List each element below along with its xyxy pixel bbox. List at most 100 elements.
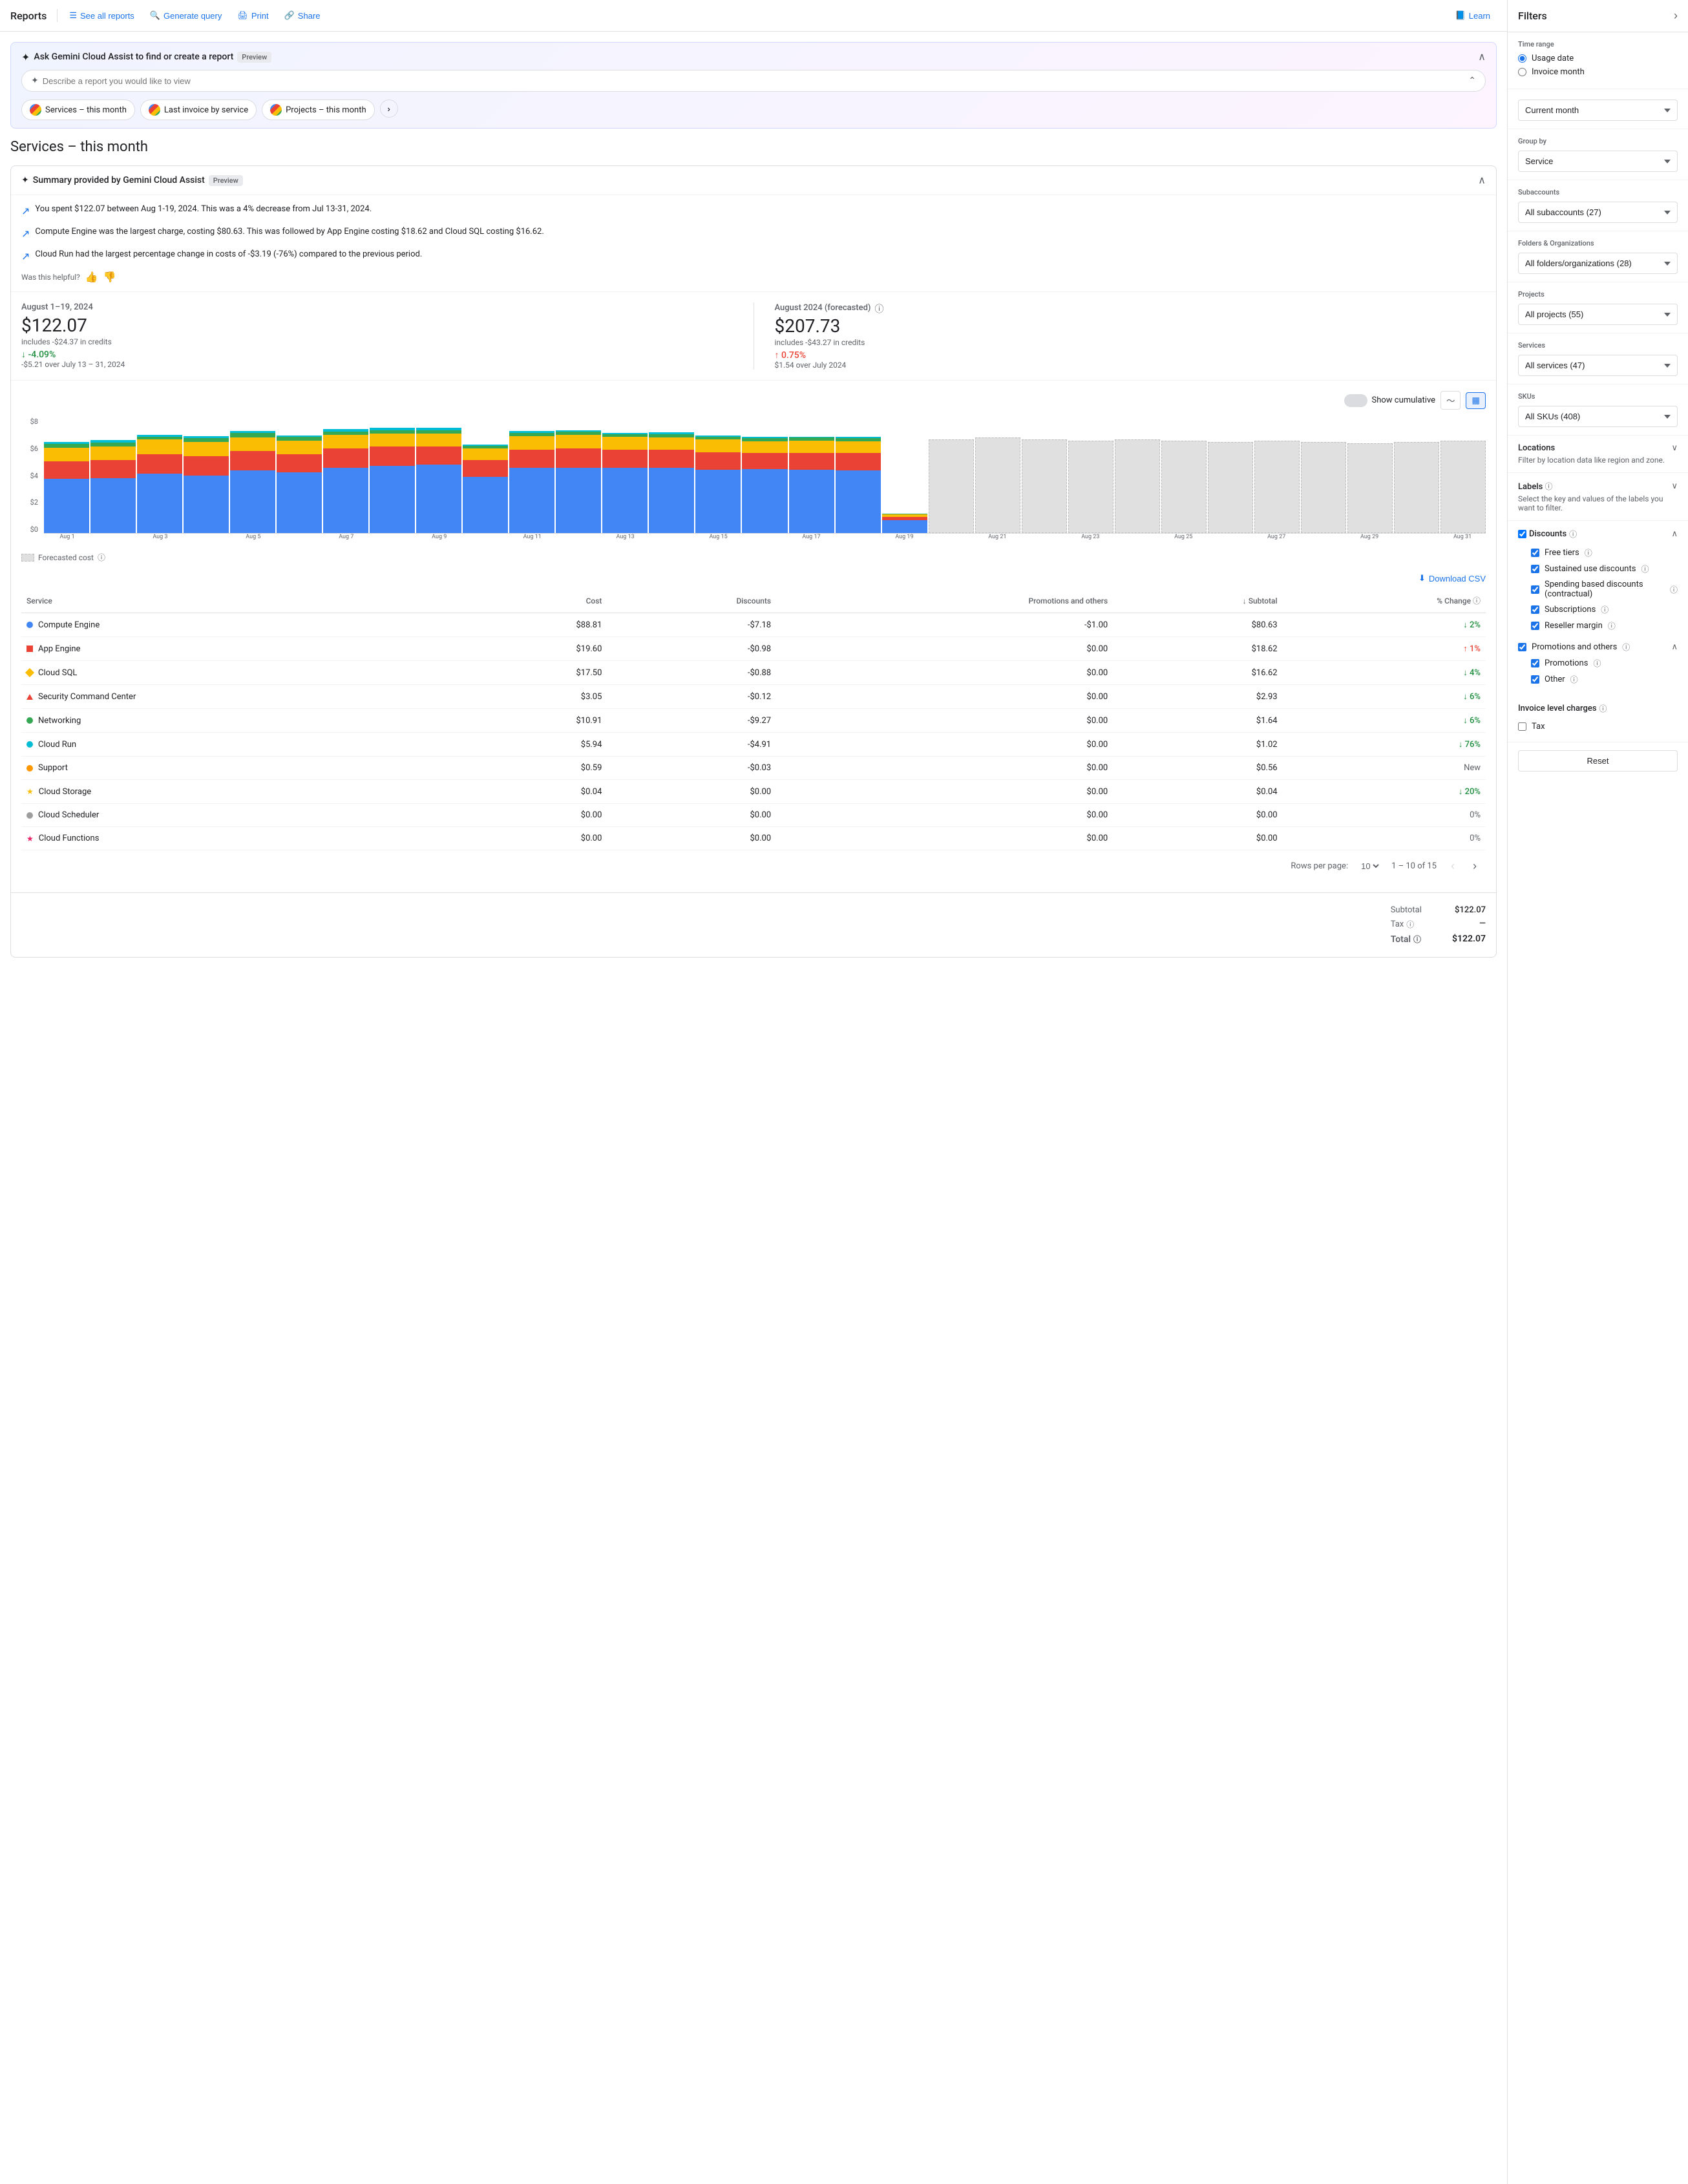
current-month-select[interactable]: Current month — [1518, 100, 1678, 121]
invoice-month-radio-input[interactable] — [1518, 68, 1526, 76]
generate-query-button[interactable]: 🔍 Generate query — [143, 6, 229, 25]
service-dot — [26, 694, 33, 700]
bar-group-21 — [975, 417, 1020, 533]
service-cell-4: Networking — [21, 709, 471, 733]
services-select[interactable]: All services (47) — [1518, 355, 1678, 376]
see-all-reports-button[interactable]: ☰ See all reports — [63, 6, 140, 25]
subtotal-cell-7: $0.04 — [1113, 780, 1282, 804]
share-button[interactable]: 🔗 Share — [278, 6, 327, 25]
x-label-18: Aug 19 — [881, 534, 927, 547]
x-label-24: Aug 25 — [1160, 534, 1207, 547]
subtotal-cell-1: $18.62 — [1113, 637, 1282, 661]
other-checkbox[interactable] — [1531, 675, 1539, 684]
learn-button[interactable]: 📘 Learn — [1449, 6, 1497, 25]
metric-change-current: ↓ -4.09% — [21, 349, 733, 360]
discounts-help-icon: ⓘ — [1569, 529, 1577, 540]
credits-section: Discounts ⓘ ∧ Free tiers ⓘ Sustained use… — [1508, 521, 1688, 695]
usage-date-radio[interactable]: Usage date — [1518, 54, 1678, 63]
toggle-switch[interactable] — [1344, 394, 1367, 407]
spending-checkbox[interactable] — [1531, 585, 1539, 594]
free-tiers-checkbox[interactable] — [1531, 549, 1539, 557]
spending-row[interactable]: Spending based discounts (contractual) ⓘ — [1518, 577, 1678, 602]
next-page-button[interactable]: › — [1469, 858, 1481, 874]
labels-header[interactable]: Labels ⓘ ∨ — [1518, 481, 1678, 492]
learn-icon: 📘 — [1455, 10, 1466, 21]
bar-group-18 — [836, 417, 881, 533]
thumbs-down-button[interactable]: 👎 — [103, 271, 116, 284]
bar-chart-button[interactable]: ▦ — [1466, 392, 1486, 409]
group-by-select[interactable]: Service — [1518, 151, 1678, 172]
service-dot — [26, 812, 33, 819]
chip-services-month[interactable]: Services – this month — [21, 100, 135, 120]
col-subtotal: ↓ Subtotal — [1113, 589, 1282, 613]
gemini-collapse-button[interactable]: ∧ — [1478, 50, 1486, 63]
service-cell-2: Cloud SQL — [21, 661, 471, 685]
subtotal-cell-3: $2.93 — [1113, 685, 1282, 709]
skus-select[interactable]: All SKUs (408) — [1518, 406, 1678, 427]
promotions-sub-checkbox[interactable] — [1531, 659, 1539, 667]
subaccounts-select[interactable]: All subaccounts (27) — [1518, 202, 1678, 223]
promotions-sub-row[interactable]: Promotions ⓘ — [1518, 655, 1678, 671]
projects-label: Projects — [1518, 290, 1678, 299]
metric-period-forecasted: August 2024 (forecasted) — [775, 303, 871, 313]
invoice-month-radio[interactable]: Invoice month — [1518, 67, 1678, 77]
promotions-cell-8: $0.00 — [776, 804, 1113, 827]
reseller-row[interactable]: Reseller margin ⓘ — [1518, 618, 1678, 634]
show-cumulative-toggle[interactable]: Show cumulative — [1344, 394, 1435, 407]
tax-checkbox-row[interactable]: Tax — [1518, 719, 1678, 734]
line-chart-button[interactable]: 〜 — [1440, 391, 1461, 410]
discounts-cell-1: -$0.98 — [607, 637, 776, 661]
chip-projects-month[interactable]: Projects – this month — [262, 100, 375, 120]
promotions-chevron[interactable]: ∧ — [1671, 642, 1678, 652]
promotions-checkbox[interactable] — [1518, 643, 1526, 651]
sustained-row[interactable]: Sustained use discounts ⓘ — [1518, 561, 1678, 577]
rows-per-page-select[interactable]: 10 25 50 — [1358, 861, 1381, 872]
credits-chevron[interactable]: ∧ — [1671, 529, 1678, 539]
metric-change-forecasted: ↑ 0.75% — [775, 350, 1486, 361]
sustained-help: ⓘ — [1641, 563, 1649, 574]
subscriptions-checkbox[interactable] — [1531, 605, 1539, 614]
service-dot — [26, 622, 33, 628]
reseller-checkbox[interactable] — [1531, 622, 1539, 630]
promotions-row[interactable]: Promotions and others ⓘ ∧ — [1518, 639, 1678, 655]
bar-group-24 — [1115, 417, 1160, 533]
subscriptions-row[interactable]: Subscriptions ⓘ — [1518, 602, 1678, 618]
bar-group-13 — [602, 417, 648, 533]
free-tiers-help: ⓘ — [1585, 547, 1592, 558]
reset-button[interactable]: Reset — [1518, 750, 1678, 772]
bar-group-8 — [370, 417, 415, 533]
tax-checkbox[interactable] — [1518, 722, 1526, 731]
x-label-29 — [1393, 534, 1439, 547]
total-help-icon: ⓘ — [1413, 934, 1421, 945]
folders-select[interactable]: All folders/organizations (28) — [1518, 253, 1678, 274]
change-down-arrow: ↓ — [21, 350, 26, 360]
services-table: Service Cost Discounts Promotions and ot… — [21, 589, 1486, 850]
projects-select[interactable]: All projects (55) — [1518, 304, 1678, 325]
pagination-range: 1 – 10 of 15 — [1391, 861, 1437, 871]
table-row: Compute Engine$88.81-$7.18-$1.00$80.63↓ … — [21, 613, 1486, 637]
locations-section: Locations ∨ Filter by location data like… — [1508, 436, 1688, 473]
other-row[interactable]: Other ⓘ — [1518, 671, 1678, 688]
free-tiers-row[interactable]: Free tiers ⓘ — [1518, 545, 1678, 561]
y-label-8: $8 — [30, 417, 38, 426]
thumbs-up-button[interactable]: 👍 — [85, 271, 98, 284]
chip-last-invoice[interactable]: Last invoice by service — [140, 100, 257, 120]
print-button[interactable]: 🖨 Print — [231, 6, 275, 25]
locations-header[interactable]: Locations ∨ — [1518, 443, 1678, 453]
subscriptions-help: ⓘ — [1601, 604, 1609, 615]
sustained-checkbox[interactable] — [1531, 565, 1539, 573]
sidebar-expand-button[interactable]: › — [1674, 9, 1678, 23]
summary-collapse-button[interactable]: ∧ — [1478, 174, 1486, 187]
usage-date-radio-input[interactable] — [1518, 54, 1526, 63]
prev-page-button[interactable]: ‹ — [1447, 858, 1459, 874]
x-label-20: Aug 21 — [974, 534, 1020, 547]
discounts-cell-3: -$0.12 — [607, 685, 776, 709]
gemini-search-input[interactable] — [43, 76, 1469, 86]
y-label-6: $6 — [30, 445, 38, 453]
download-csv-button[interactable]: ⬇ Download CSV — [1419, 573, 1486, 583]
discounts-cell-9: $0.00 — [607, 827, 776, 850]
chips-next-button[interactable]: › — [380, 100, 398, 118]
discounts-checkbox[interactable] — [1518, 530, 1526, 538]
change-up-arrow: ↑ — [775, 350, 779, 361]
locations-chevron: ∨ — [1671, 443, 1678, 453]
